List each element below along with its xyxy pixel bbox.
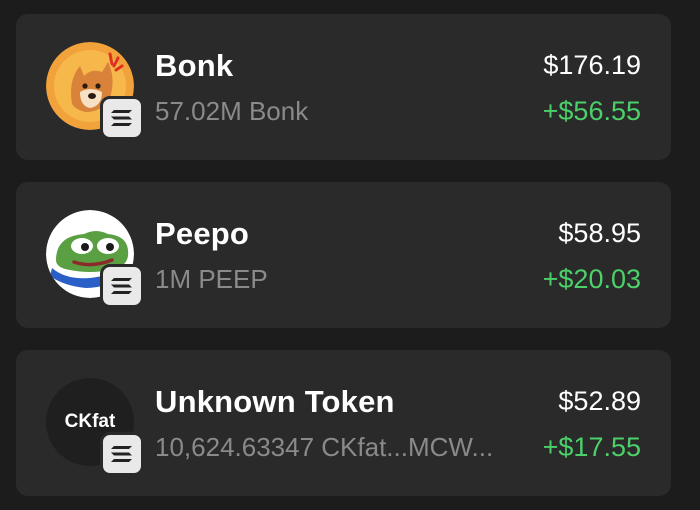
token-amount: 1M PEEP — [155, 264, 268, 294]
token-value: $58.95 — [558, 218, 641, 248]
token-row-peepo[interactable]: Peepo 1M PEEP $58.95 +$20.03 — [16, 182, 671, 328]
token-change: +$17.55 — [542, 432, 641, 462]
token-row-bonk[interactable]: Bonk 57.02M Bonk $176.19 +$56.55 — [16, 14, 671, 160]
solana-icon — [100, 432, 144, 476]
token-value: $52.89 — [558, 386, 641, 416]
token-name: Bonk — [155, 48, 234, 83]
token-change: +$20.03 — [542, 264, 641, 294]
token-name: Unknown Token — [155, 384, 395, 419]
solana-icon — [100, 96, 144, 140]
token-value: $176.19 — [543, 50, 641, 80]
token-amount: 10,624.63347 CKfat...MCW... — [155, 432, 494, 462]
token-row-unknown[interactable]: CKfat Unknown Token 10,624.63347 CKfat..… — [16, 350, 671, 496]
solana-icon — [100, 264, 144, 308]
token-change: +$56.55 — [542, 96, 641, 126]
token-name: Peepo — [155, 216, 250, 251]
token-amount: 57.02M Bonk — [155, 96, 309, 126]
token-list: Bonk 57.02M Bonk $176.19 +$56.55 Peepo 1… — [0, 0, 700, 510]
